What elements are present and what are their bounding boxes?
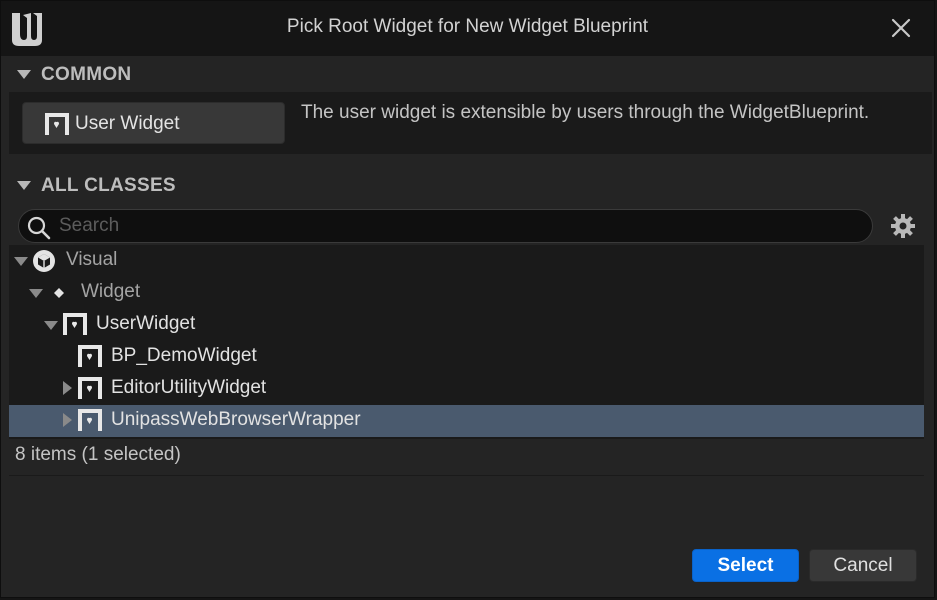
widget-diamond-icon	[54, 288, 64, 298]
tree-item-userwidget[interactable]: UserWidget	[9, 309, 924, 341]
all-classes-section-header[interactable]: ALL CLASSES	[1, 168, 934, 204]
tree-item-label: Widget	[81, 281, 141, 302]
user-widget-button-label: User Widget	[75, 113, 180, 134]
user-widget-icon	[78, 345, 102, 367]
user-widget-icon	[78, 409, 102, 431]
tree-item-visual[interactable]: Visual	[9, 245, 924, 277]
cancel-button[interactable]: Cancel	[809, 549, 917, 582]
tree-item-label: EditorUtilityWidget	[111, 377, 267, 398]
expand-arrow-icon[interactable]	[28, 277, 44, 309]
collapsed-arrow-icon[interactable]	[59, 373, 75, 405]
status-divider	[9, 475, 924, 476]
search-input[interactable]	[59, 212, 859, 240]
all-classes-section-label: ALL CLASSES	[41, 175, 176, 196]
common-section-label: COMMON	[41, 64, 132, 85]
user-widget-icon	[78, 377, 102, 399]
visual-cube-icon	[33, 250, 55, 272]
gear-icon[interactable]	[890, 213, 916, 239]
search-box[interactable]	[18, 209, 873, 243]
search-icon	[27, 216, 51, 240]
title-bar[interactable]: Pick Root Widget for New Widget Blueprin…	[1, 1, 934, 56]
tree-item-bp-demowidget[interactable]: BP_DemoWidget	[9, 341, 924, 373]
window-title: Pick Root Widget for New Widget Blueprin…	[286, 16, 649, 37]
user-widget-button[interactable]: User Widget	[22, 102, 285, 144]
collapsed-arrow-icon[interactable]	[59, 405, 75, 437]
user-widget-icon	[63, 313, 87, 335]
tree-item-label: UserWidget	[96, 313, 196, 334]
common-widgets-area: User Widget The user widget is extensibl…	[9, 92, 932, 154]
class-tree[interactable]: Visual Widget UserWidget BP_DemoWidget E…	[9, 245, 924, 439]
item-count-status: 8 items (1 selected)	[15, 444, 181, 465]
expand-arrow-icon[interactable]	[43, 309, 59, 341]
collapse-triangle-icon[interactable]	[17, 181, 31, 190]
user-widget-icon	[45, 113, 69, 135]
tree-item-widget[interactable]: Widget	[9, 277, 924, 309]
collapse-triangle-icon[interactable]	[17, 70, 31, 79]
pick-root-widget-dialog: Pick Root Widget for New Widget Blueprin…	[0, 0, 935, 598]
tree-item-label: BP_DemoWidget	[111, 345, 257, 366]
expand-arrow-icon[interactable]	[13, 245, 29, 277]
tree-item-label: UnipassWebBrowserWrapper	[111, 409, 361, 430]
tree-item-label: Visual	[66, 249, 118, 270]
common-section-header[interactable]: COMMON	[1, 57, 934, 93]
user-widget-description: The user widget is extensible by users t…	[301, 102, 870, 123]
tree-item-unipasswebbrowserwrapper[interactable]: UnipassWebBrowserWrapper	[9, 405, 924, 437]
close-icon[interactable]	[890, 17, 912, 39]
tree-item-editorutilitywidget[interactable]: EditorUtilityWidget	[9, 373, 924, 405]
select-button[interactable]: Select	[692, 549, 799, 582]
